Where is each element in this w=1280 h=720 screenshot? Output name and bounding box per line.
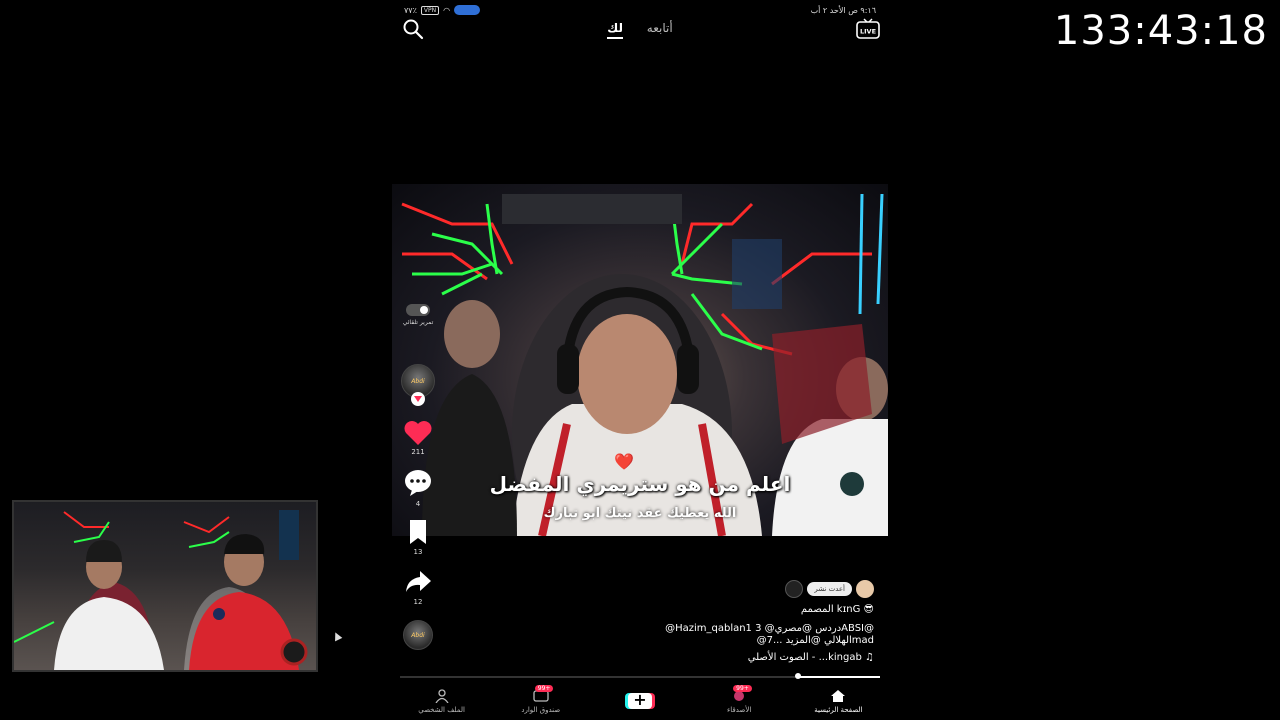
nav-friends-label: الأصدقاء	[726, 705, 752, 714]
reposter-avatar[interactable]	[856, 580, 874, 598]
mentions-line-2[interactable]: @الهلالي @المزيد ...7mad	[757, 635, 874, 646]
tab-following[interactable]: أتابعه	[647, 21, 673, 35]
nav-inbox[interactable]: 99+ صندوق الوارد	[496, 684, 586, 714]
share-count: 12	[413, 598, 423, 606]
inbox-badge: 99+	[534, 684, 554, 692]
heart-icon[interactable]	[403, 420, 433, 446]
nav-profile-label: الملف الشخصي	[418, 705, 465, 714]
like-count: 211	[411, 448, 425, 456]
save-count: 13	[413, 548, 423, 556]
live-label: LIVE	[860, 28, 876, 36]
bookmark-icon[interactable]	[403, 518, 433, 546]
create-plus-icon[interactable]	[627, 690, 652, 709]
nav-create[interactable]	[595, 690, 685, 709]
mouse-cursor	[331, 630, 343, 642]
music-note-icon: ♫	[865, 652, 874, 663]
save-button[interactable]: 13	[398, 518, 438, 556]
battery-text: ٧٧٪	[404, 5, 417, 15]
wifi-icon: ◠	[443, 5, 451, 15]
screen-record-icon	[454, 5, 481, 15]
video-caption-main: اعلم من هو ستريمري المفضل	[489, 472, 791, 496]
person-icon	[435, 688, 449, 703]
nav-friends[interactable]: 99+ الأصدقاء	[694, 684, 784, 714]
author-line[interactable]: المصمم kɪnG 😎	[801, 604, 874, 615]
video-caption-sub: الله يعطيك عقد نيتك ابو تبارك	[543, 506, 737, 521]
stream-timer: 133:43:18	[1053, 8, 1268, 54]
video-player[interactable]: ❤️ اعلم من هو ستريمري المفضل الله يعطيك …	[392, 184, 888, 536]
repost-chip[interactable]: أعدت نشر	[807, 582, 852, 596]
tab-for-you[interactable]: لك	[607, 21, 623, 39]
sound-text: الصوت الأصلي - ...kingab	[747, 652, 862, 663]
vpn-icon: VPN	[420, 5, 440, 15]
comment-count: 4	[415, 500, 421, 508]
heart-sticker: ❤️	[614, 452, 634, 471]
share-arrow-icon[interactable]	[403, 568, 433, 596]
top-navigation: لك أتابعه LIVE	[392, 18, 888, 44]
repost-chips: أعدت نشر	[785, 580, 874, 598]
nav-profile[interactable]: الملف الشخصي	[397, 688, 487, 714]
like-button[interactable]: 211	[398, 420, 438, 456]
toggle-switch[interactable]	[406, 304, 430, 316]
autoscroll-toggle[interactable]: تمرير تلقائي	[398, 304, 438, 326]
sound-disc[interactable]: Abdi	[398, 620, 438, 650]
status-time: ٩:١٦ ص الأحد ٢ أب	[810, 5, 876, 15]
bottom-navigation: الملف الشخصي 99+ صندوق الوارد 99+ الأصدق…	[392, 682, 888, 720]
video-progress-bar[interactable]	[400, 673, 880, 679]
feed-tabs: لك أتابعه	[392, 21, 888, 39]
comment-button[interactable]: 4	[398, 468, 438, 508]
friends-badge: 99+	[733, 684, 752, 692]
tiktok-phone-screen: ٧٧٪ VPN ◠ ٩:١٦ ص الأحد ٢ أب لك أتابعه LI…	[392, 0, 888, 720]
webcam-scene	[14, 510, 308, 670]
comment-icon[interactable]	[403, 468, 433, 498]
share-button[interactable]: 12	[398, 568, 438, 606]
nav-inbox-label: صندوق الوارد	[521, 705, 561, 714]
nav-home-label: الصفحة الرئيسية	[814, 705, 863, 714]
nav-home[interactable]: الصفحة الرئيسية	[793, 689, 883, 714]
sound-line[interactable]: الصوت الأصلي - ...kingab ♫	[748, 652, 874, 663]
sound-disc-avatar[interactable]: Abdi	[403, 620, 433, 650]
autoscroll-label: تمرير تلقائي	[402, 319, 434, 326]
status-bar: ٧٧٪ VPN ◠ ٩:١٦ ص الأحد ٢ أب	[404, 4, 876, 16]
home-icon	[831, 689, 846, 702]
mentions-line-1[interactable]: @Hazim_qablan1 دردس @مصري@ 3ABSI@	[665, 623, 874, 634]
live-icon[interactable]: LIVE	[856, 18, 880, 40]
webcam-overlay	[12, 500, 318, 672]
progress-fill	[798, 676, 880, 678]
progress-knob[interactable]	[795, 673, 802, 679]
follow-icon[interactable]	[411, 392, 425, 406]
edit-icon[interactable]	[785, 580, 804, 598]
creator-avatar[interactable]: Abdi	[398, 364, 438, 406]
